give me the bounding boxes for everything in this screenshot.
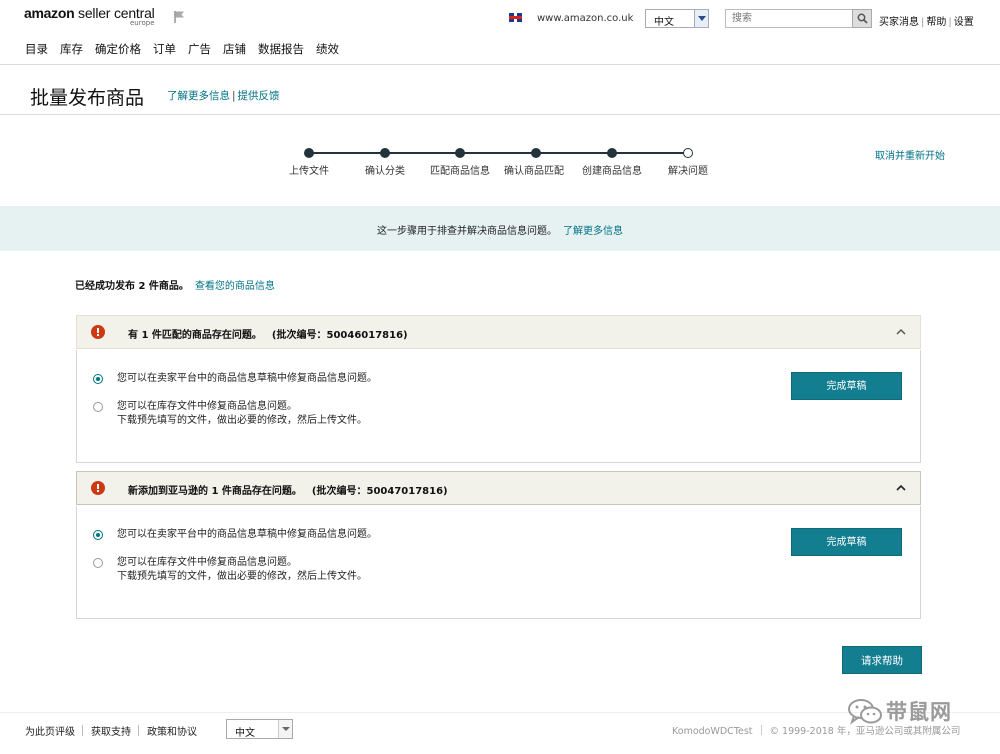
nav-pricing[interactable]: 确定价格 [95, 42, 141, 56]
issue-panel-body: 您可以在卖家平台中的商品信息草稿中修复商品信息问题。 您可以在库存文件中修复商品… [76, 506, 921, 619]
step-label: 上传文件 [289, 166, 329, 177]
success-message: 已经成功发布 2 件商品。 [75, 281, 189, 292]
logo-brand: amazon [24, 5, 75, 21]
chevron-up-icon[interactable] [896, 483, 906, 493]
alert-icon [91, 481, 105, 495]
search-icon [857, 13, 868, 24]
nav-catalog[interactable]: 目录 [25, 42, 48, 56]
progress-stepper: 上传文件 确认分类 匹配商品信息 确认商品匹配 创建商品信息 解决问题 [0, 140, 1000, 180]
nav-advertising[interactable]: 广告 [188, 42, 211, 56]
fix-in-inventory-file-radio[interactable] [93, 402, 103, 412]
issue-title: 新添加到亚马逊的 1 件商品存在问题。 [128, 486, 302, 497]
separator: | [232, 90, 236, 102]
issue-title: 有 1 件匹配的商品存在问题。 [128, 330, 262, 341]
search-button[interactable] [852, 9, 872, 28]
title-links: 了解更多信息 | 提供反馈 [167, 88, 280, 103]
chevron-down-icon [278, 720, 292, 738]
info-learn-more-link[interactable]: 了解更多信息 [563, 226, 623, 237]
seller-central-logo[interactable]: amazon seller central europe [24, 5, 155, 27]
logo-region: europe [130, 19, 155, 27]
complete-draft-button[interactable]: 完成草稿 [791, 528, 902, 556]
option-inventory-label: 您可以在库存文件中修复商品信息问题。 [117, 401, 297, 412]
step-dot [455, 148, 465, 158]
nav-stores[interactable]: 店铺 [223, 42, 246, 56]
divider [0, 64, 1000, 65]
feedback-link[interactable]: 提供反馈 [238, 90, 280, 102]
nav-orders[interactable]: 订单 [153, 42, 176, 56]
option-drafts-label: 您可以在卖家平台中的商品信息草稿中修复商品信息问题。 [117, 529, 377, 540]
option-inventory-label: 您可以在库存文件中修复商品信息问题。 [117, 557, 297, 568]
option-drafts-label: 您可以在卖家平台中的商品信息草稿中修复商品信息问题。 [117, 373, 377, 384]
issue-panel-body: 您可以在卖家平台中的商品信息草稿中修复商品信息问题。 您可以在库存文件中修复商品… [76, 350, 921, 463]
step-dot [304, 148, 314, 158]
fix-in-drafts-radio[interactable] [93, 530, 103, 540]
step-dot [531, 148, 541, 158]
get-support-link[interactable]: 获取支持 [91, 727, 131, 738]
marketplace-link[interactable]: www.amazon.co.uk [537, 13, 633, 24]
view-listings-link[interactable]: 查看您的商品信息 [195, 281, 275, 292]
top-links: 买家消息 | 帮助 | 设置 [879, 17, 974, 28]
nav-performance[interactable]: 绩效 [316, 42, 339, 56]
flag-icon[interactable] [173, 10, 187, 24]
search-input[interactable] [725, 9, 853, 28]
request-help-button[interactable]: 请求帮助 [842, 646, 922, 674]
watermark-text: 带鼠网 [886, 700, 952, 724]
cancel-restart-link[interactable]: 取消并重新开始 [875, 147, 945, 162]
option-inventory-desc: 下载预先填写的文件，做出必要的修改，然后上传文件。 [117, 415, 367, 426]
language-select[interactable]: 中文 [645, 9, 709, 28]
step-dot [380, 148, 390, 158]
step-label: 创建商品信息 [582, 166, 642, 177]
complete-draft-button[interactable]: 完成草稿 [791, 372, 902, 400]
nav-inventory[interactable]: 库存 [60, 42, 83, 56]
chevron-down-icon [694, 10, 708, 27]
page-title: 批量发布商品 [30, 87, 145, 109]
language-select-value: 中文 [654, 17, 674, 28]
settings-link[interactable]: 设置 [954, 17, 974, 28]
footer-language-select[interactable]: 中文 [226, 719, 293, 739]
batch-number: (批次编号：50046017816) [271, 330, 408, 341]
stepper-line [309, 152, 688, 154]
info-text: 这一步骤用于排查并解决商品信息问题。 [377, 226, 557, 237]
info-banner: 这一步骤用于排查并解决商品信息问题。 了解更多信息 [0, 206, 1000, 251]
learn-more-link[interactable]: 了解更多信息 [167, 90, 230, 102]
fix-in-inventory-file-radio[interactable] [93, 558, 103, 568]
main-nav: 目录 库存 确定价格 订单 广告 店铺 数据报告 绩效 [25, 41, 351, 57]
batch-number: (批次编号：50047017816) [311, 486, 448, 497]
nav-reports[interactable]: 数据报告 [258, 42, 304, 56]
issue-panel-header[interactable]: 有 1 件匹配的商品存在问题。 (批次编号：50046017816) [76, 315, 921, 349]
wechat-icon [848, 699, 882, 725]
step-label: 解决问题 [668, 166, 708, 177]
policies-link[interactable]: 政策和协议 [147, 727, 197, 738]
divider [0, 114, 1000, 115]
watermark: 带鼠网 [846, 694, 976, 728]
account-name: KomodoWDCTest [672, 726, 753, 737]
step-label: 匹配商品信息 [430, 166, 490, 177]
step-dot-current [683, 148, 693, 158]
step-label: 确认分类 [365, 166, 405, 177]
rate-page-link[interactable]: 为此页评级 [25, 727, 75, 738]
step-dot [607, 148, 617, 158]
alert-icon [91, 325, 105, 339]
step-label: 确认商品匹配 [504, 166, 564, 177]
buyer-messages-link[interactable]: 买家消息 [879, 17, 919, 28]
help-link[interactable]: 帮助 [926, 17, 946, 28]
top-bar: amazon seller central europe www.amazon.… [0, 0, 1000, 38]
footer-language-value: 中文 [235, 728, 255, 739]
fix-in-drafts-radio[interactable] [93, 374, 103, 384]
issue-panel-header[interactable]: 新添加到亚马逊的 1 件商品存在问题。 (批次编号：50047017816) [76, 471, 921, 505]
option-inventory-desc: 下载预先填写的文件，做出必要的修改，然后上传文件。 [117, 571, 367, 582]
chevron-up-icon[interactable] [896, 327, 906, 337]
uk-flag-icon [509, 13, 522, 22]
